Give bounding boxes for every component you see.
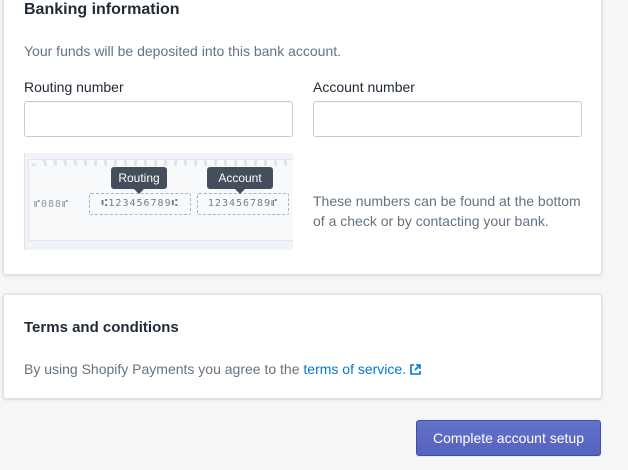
- account-number-label: Account number: [313, 79, 415, 95]
- terms-text: By using Shopify Payments you agree to t…: [24, 361, 304, 377]
- terms-link-label: terms of service.: [303, 361, 407, 377]
- check-number: ⑈088⑈: [34, 199, 70, 210]
- complete-account-setup-button[interactable]: Complete account setup: [416, 420, 601, 456]
- banking-description: Your funds will be deposited into this b…: [24, 43, 342, 59]
- help-text: These numbers can be found at the bottom…: [313, 191, 581, 231]
- routing-number-input[interactable]: [24, 101, 293, 137]
- terms-text-row: By using Shopify Payments you agree to t…: [24, 361, 421, 378]
- account-tooltip: Account: [207, 167, 273, 194]
- terms-card: Terms and conditions By using Shopify Pa…: [3, 294, 602, 399]
- terms-of-service-link[interactable]: terms of service.: [303, 361, 421, 377]
- banking-information-card: Banking information Your funds will be d…: [3, 0, 602, 275]
- account-digits: 123456789⑈: [197, 193, 289, 215]
- external-link-icon: [410, 362, 421, 378]
- routing-digits: ⑆123456789⑆: [89, 193, 191, 215]
- help-text-line1: These numbers can be found at the bottom: [313, 193, 581, 209]
- banking-title: Banking information: [24, 1, 180, 18]
- routing-number-label: Routing number: [24, 79, 124, 95]
- account-number-input[interactable]: [313, 101, 582, 137]
- check-edge: [29, 160, 293, 166]
- routing-tooltip: Routing: [111, 167, 167, 194]
- help-text-line2: of a check or by contacting your bank.: [313, 213, 549, 229]
- terms-title: Terms and conditions: [24, 319, 179, 336]
- check-illustration: ⑈088⑈ ⑆123456789⑆ 123456789⑈ Routing Acc…: [24, 153, 293, 250]
